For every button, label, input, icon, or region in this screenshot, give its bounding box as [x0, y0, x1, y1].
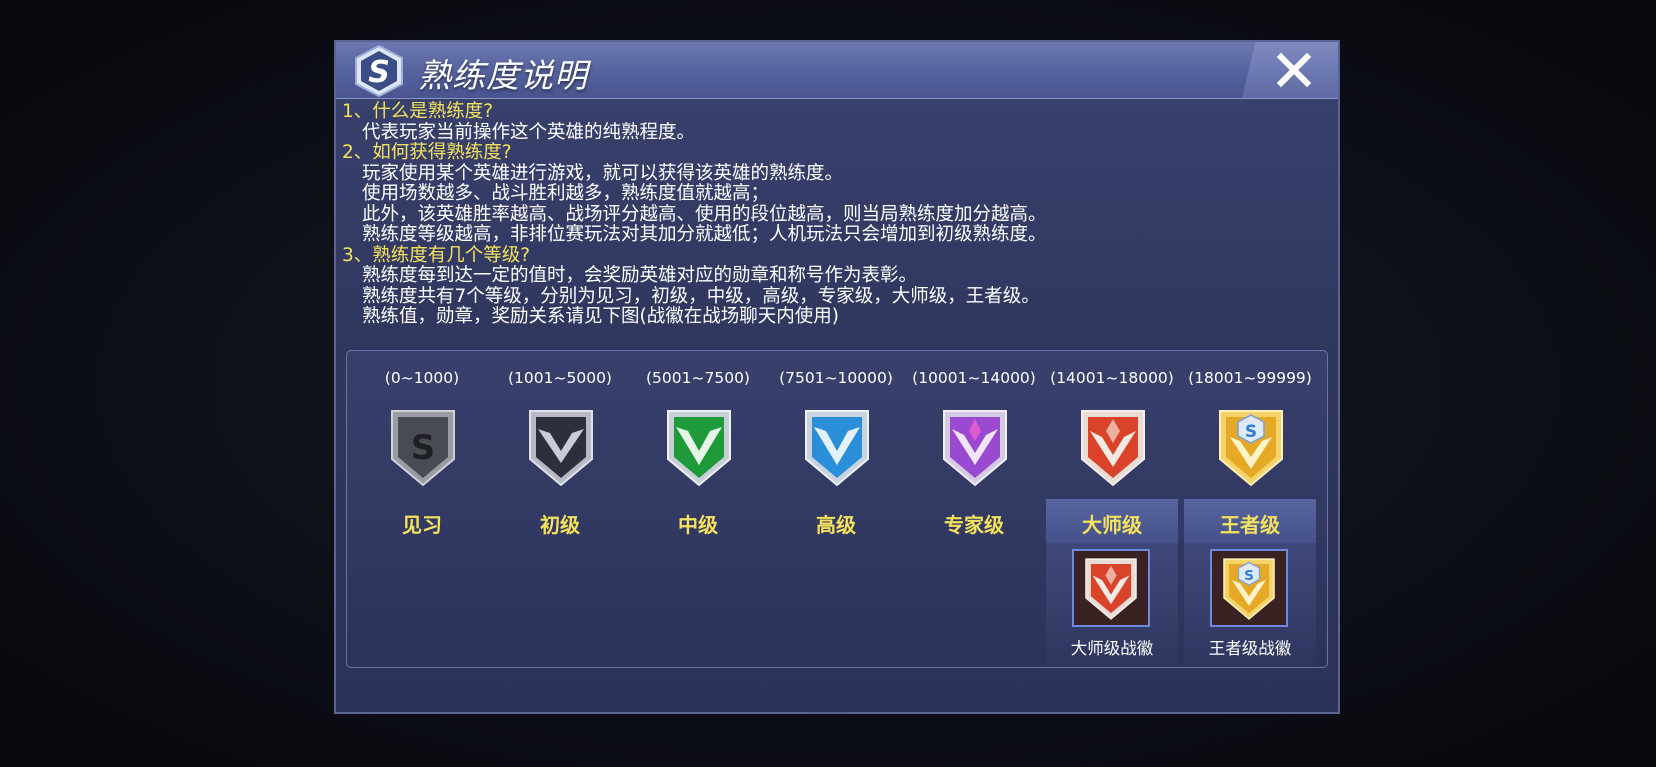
tier-name: 见习	[402, 513, 442, 537]
tier-intermediate: (5001~7500) 中级	[629, 351, 767, 667]
gold-s-shield-icon: S	[1219, 410, 1283, 487]
dark-silver-shield-icon	[529, 410, 593, 487]
tier-master: (14001~18000) 大师级 大师级战徽	[1043, 351, 1181, 667]
king-emblem-slot[interactable]: S	[1210, 549, 1288, 627]
master-emblem-slot[interactable]	[1072, 549, 1150, 627]
tier-trainee: (0~1000) S 见习	[353, 351, 491, 667]
tier-advanced: (7501~10000) 高级	[767, 351, 905, 667]
tier-expert: (10001~14000) 专家级	[905, 351, 1043, 667]
tier-king: (18001~99999) S 王者级 S 王者级战徽	[1181, 351, 1319, 667]
section-answer: 熟练度等级越高，非排位赛玩法对其加分就越低；人机玩法只会增加到初级熟练度。	[362, 224, 1047, 245]
svg-text:S: S	[411, 428, 436, 468]
tier-name: 中级	[678, 513, 718, 537]
explanation-text: 1、什么是熟练度? 代表玩家当前操作这个英雄的纯熟程度。 2、如何获得熟练度? …	[342, 101, 1322, 328]
purple-shield-icon	[943, 410, 1007, 487]
blue-shield-icon	[805, 410, 869, 487]
tier-name: 王者级	[1220, 513, 1280, 537]
tier-range: (14001~18000)	[1050, 369, 1174, 387]
svg-text:S: S	[1245, 422, 1257, 442]
tier-range: (5001~7500)	[646, 369, 750, 387]
section-answer: 代表玩家当前操作这个英雄的纯熟程度。	[362, 121, 696, 143]
tier-name: 大师级	[1082, 513, 1142, 537]
dialog-title: 熟练度说明	[418, 56, 588, 95]
section-answer: 玩家使用某个英雄进行游戏，就可以获得该英雄的熟练度。	[362, 162, 844, 184]
tier-name: 初级	[540, 513, 580, 537]
section-question: 1、什么是熟练度?	[342, 101, 494, 122]
section-answer: 熟练值，勋章，奖励关系请见下图(战徽在战场聊天内使用)	[362, 306, 839, 327]
tier-range: (18001~99999)	[1188, 369, 1312, 387]
emblem-name: 大师级战徽	[1070, 639, 1154, 658]
gold-battle-emblem-icon: S	[1223, 558, 1275, 620]
gray-s-shield-icon: S	[391, 410, 455, 487]
close-icon[interactable]	[1274, 50, 1314, 90]
dialog-title-bar: S 熟练度说明	[336, 42, 1338, 99]
tier-range: (7501~10000)	[779, 369, 893, 387]
section-question: 3、熟练度有几个等级?	[342, 244, 531, 266]
section-question: 2、如何获得熟练度?	[342, 142, 512, 163]
red-shield-icon	[1081, 410, 1145, 487]
red-battle-emblem-icon	[1085, 558, 1137, 620]
section-answer: 熟练度每到达一定的值时，会奖励英雄对应的勋章和称号作为表彰。	[362, 265, 918, 286]
tier-range: (10001~14000)	[912, 369, 1036, 387]
section-answer: 此外，该英雄胜率越高、战场评分越高、使用的段位越高，则当局熟练度加分越高。	[362, 203, 1047, 225]
section-answer: 熟练度共有7个等级，分别为见习，初级，中级，高级，专家级，大师级，王者级。	[362, 285, 1040, 307]
tier-range: (1001~5000)	[508, 369, 612, 387]
tier-name: 高级	[816, 513, 856, 537]
tier-name: 专家级	[944, 513, 1004, 537]
svg-text:S: S	[1244, 568, 1254, 584]
svg-text:S: S	[368, 55, 390, 90]
tier-panel: (0~1000) S 见习 (1001~5000) 初级 (5001~7500)	[346, 350, 1328, 668]
s-logo-icon: S	[355, 44, 403, 98]
tier-range: (0~1000)	[384, 369, 460, 387]
green-shield-icon	[667, 410, 731, 487]
section-answer: 使用场数越多、战斗胜利越多，熟练度值就越高；	[362, 183, 770, 204]
proficiency-dialog: S 熟练度说明 1、什么是熟练度? 代表玩家当前操作这个英雄的纯熟程度。 2、如…	[334, 40, 1340, 714]
tier-beginner: (1001~5000) 初级	[491, 351, 629, 667]
emblem-name: 王者级战徽	[1208, 639, 1292, 658]
